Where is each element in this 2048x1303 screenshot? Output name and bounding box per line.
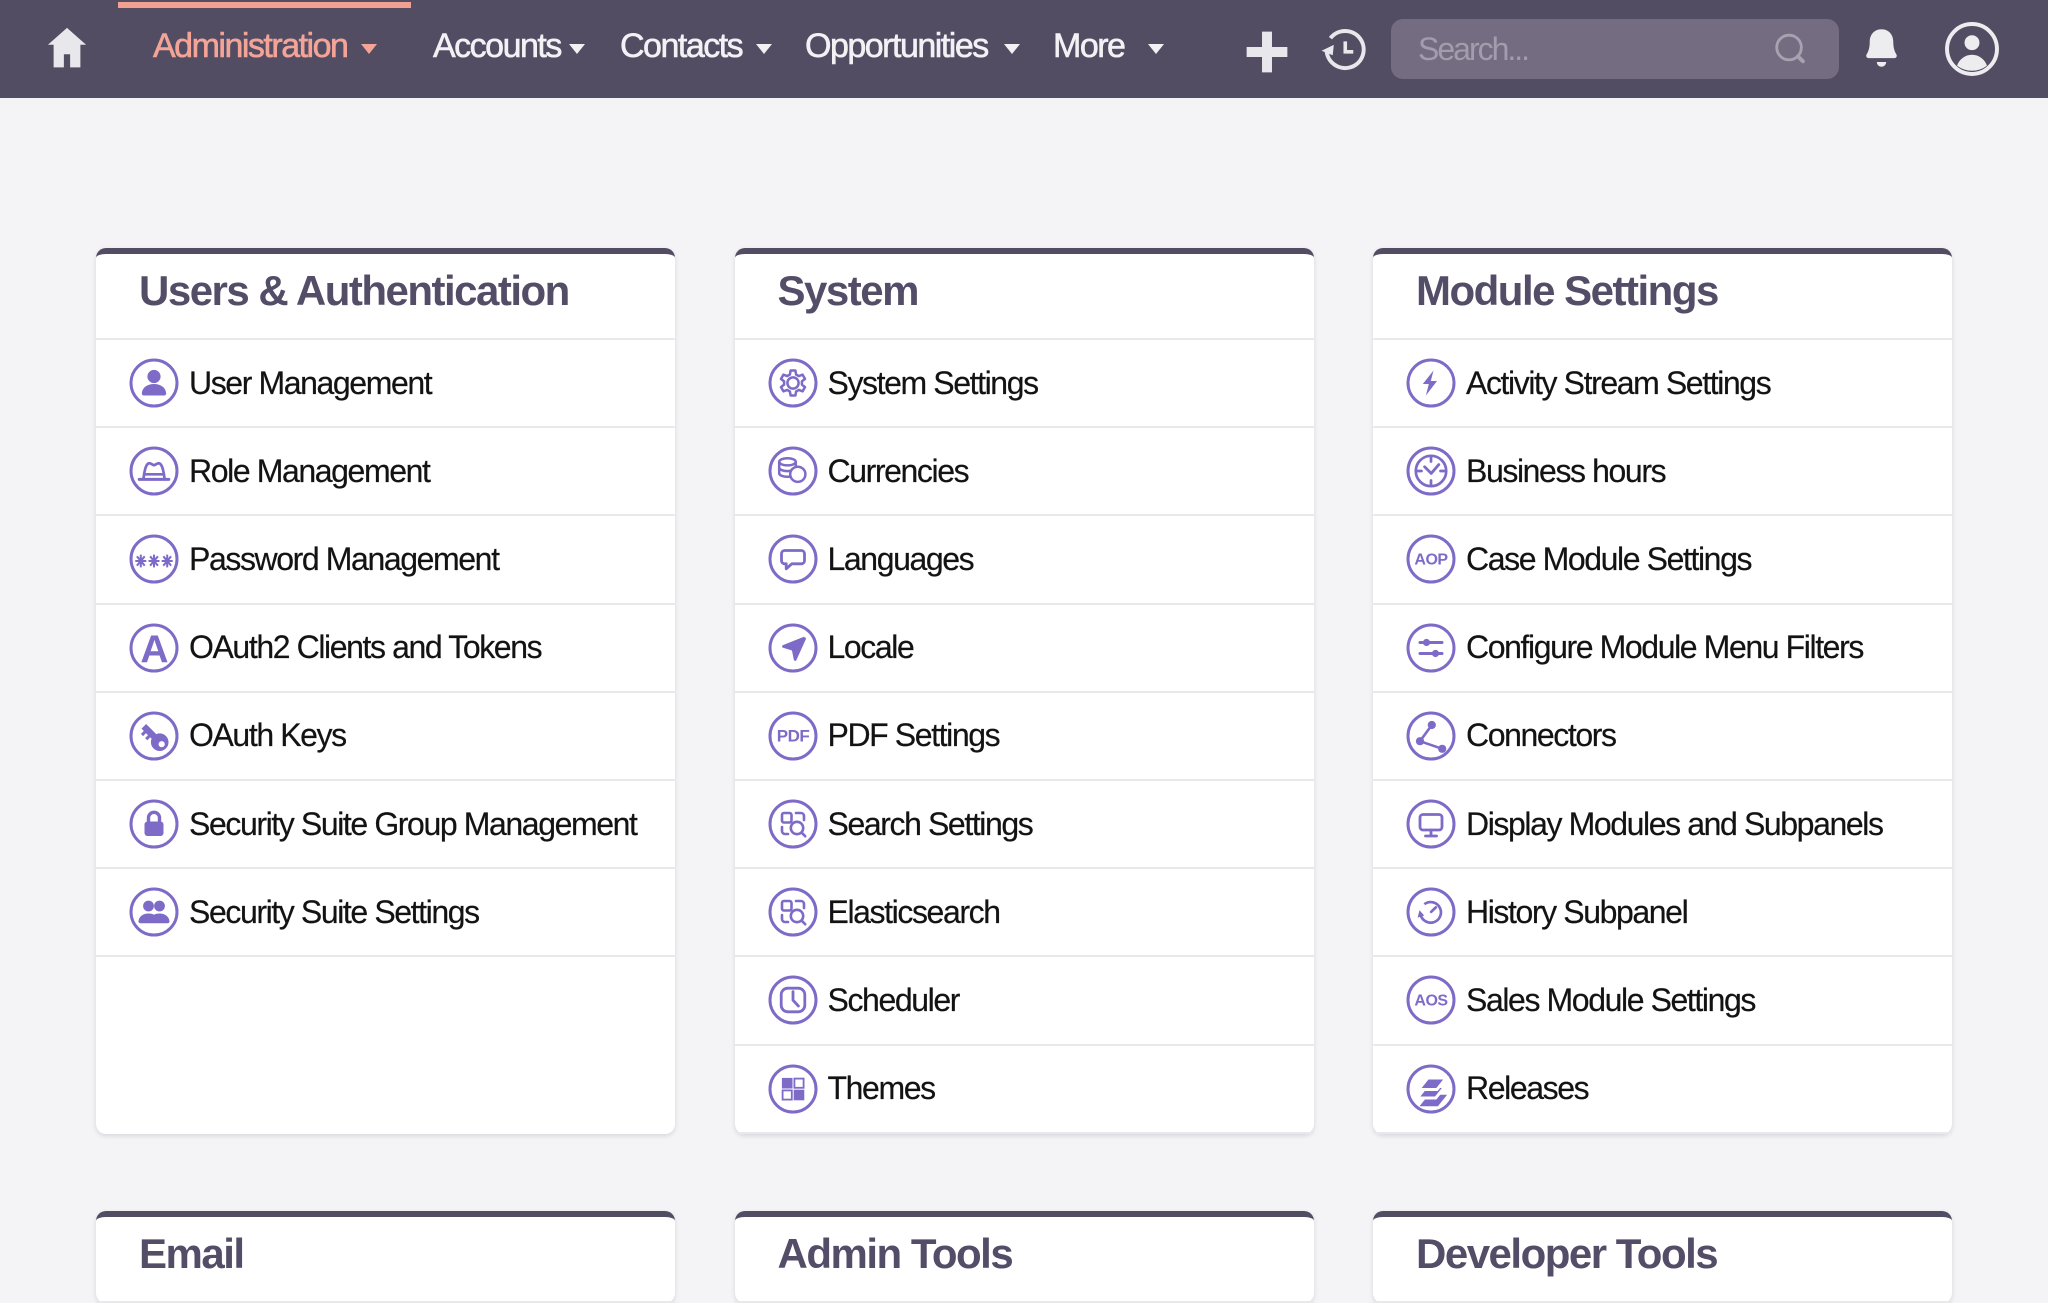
svg-text:AOS: AOS: [1414, 993, 1448, 1010]
svg-text:A: A: [140, 628, 168, 671]
svg-text:AOP: AOP: [1414, 552, 1448, 569]
svg-text:PDF: PDF: [776, 726, 809, 745]
